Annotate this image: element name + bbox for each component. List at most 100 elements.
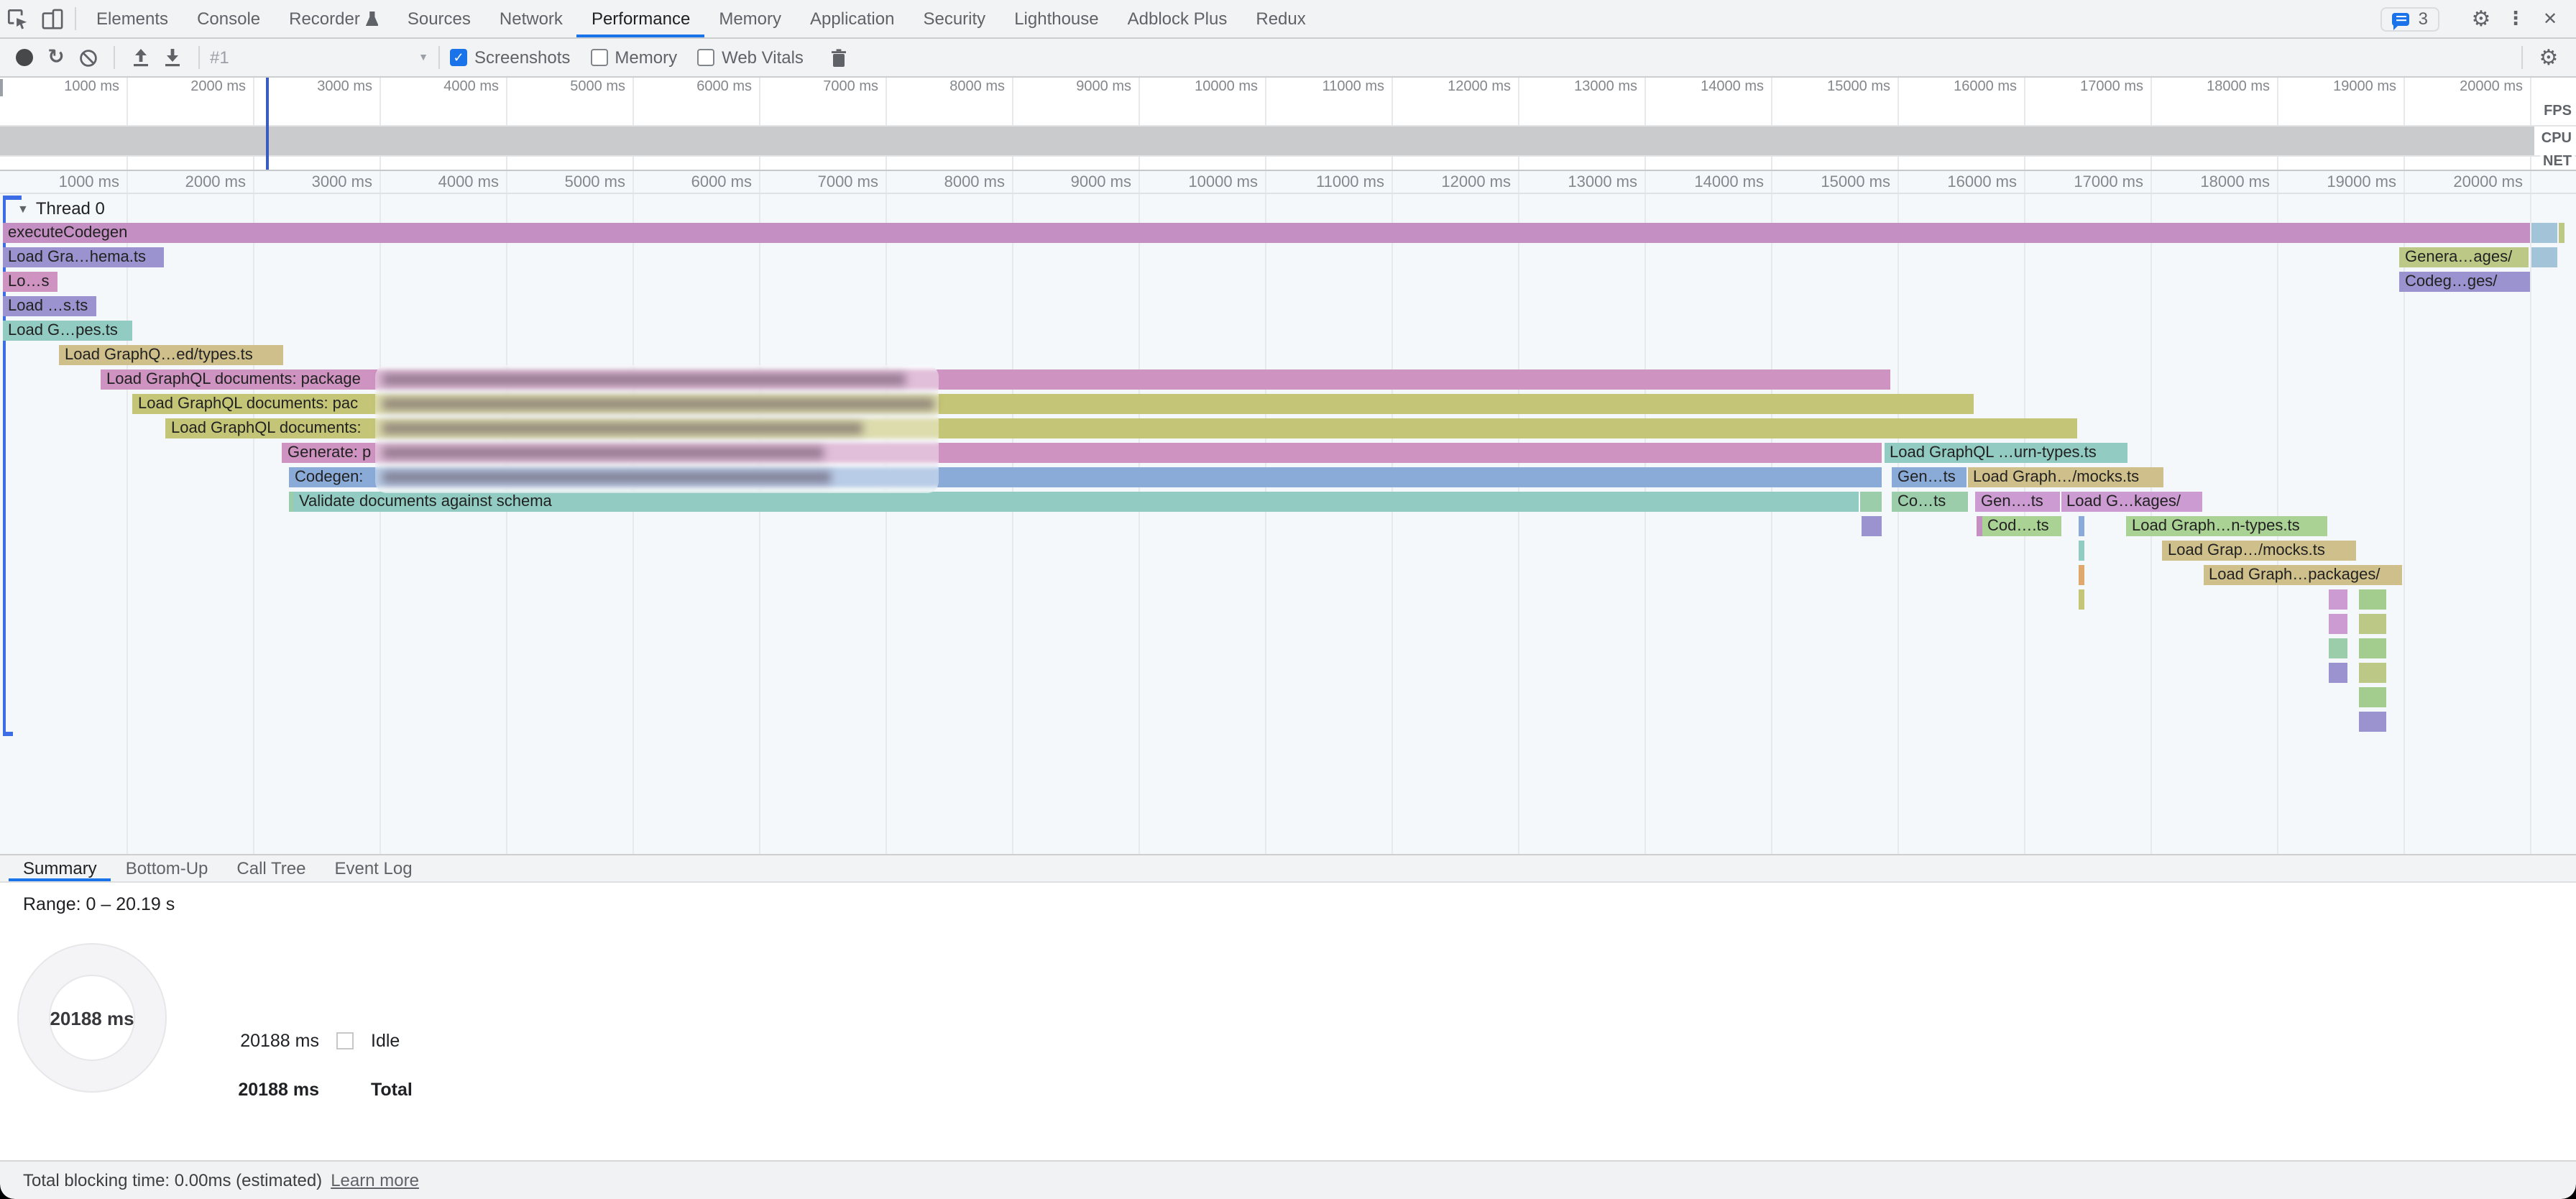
flame-bar[interactable]: Lo…s <box>2 271 57 291</box>
ruler-tick-label: 8000 ms <box>881 174 1005 191</box>
flame-bar-block[interactable] <box>2358 638 2386 658</box>
clear-recordings-icon[interactable] <box>72 42 104 73</box>
flame-bar-block[interactable] <box>2078 540 2084 560</box>
flame-bar-block[interactable] <box>2358 613 2386 633</box>
flame-bar[interactable]: Load Graph…n-types.ts <box>2126 515 2327 536</box>
ruler-tick-label: 7000 ms <box>755 174 878 191</box>
flame-bar[interactable]: Load G…kages/ <box>2061 491 2202 511</box>
load-profile-icon[interactable] <box>125 42 157 73</box>
flame-bar-label: Load Grap…/mocks.ts <box>2168 541 2325 559</box>
timeline-overview[interactable]: 1000 ms2000 ms3000 ms4000 ms5000 ms6000 … <box>0 78 2576 171</box>
flame-bar[interactable]: Codeg…ges/ <box>2399 271 2530 291</box>
checkbox-screenshots[interactable]: ✓Screenshots <box>450 47 570 68</box>
flame-bar-block[interactable] <box>2358 662 2386 682</box>
settings-gear-icon[interactable]: ⚙ <box>2464 6 2498 32</box>
overview-scroll-thumb[interactable] <box>0 79 3 96</box>
flame-bar-block[interactable] <box>1860 491 1882 511</box>
ruler-tick-label: 13000 ms <box>1514 174 1637 191</box>
flame-bar[interactable]: Load GraphQL …urn-types.ts <box>1884 442 2127 462</box>
tab-memory[interactable]: Memory <box>704 0 796 37</box>
gridline <box>1771 171 1772 854</box>
flame-bar-block[interactable] <box>2358 686 2386 707</box>
reload-and-record-icon[interactable]: ↻ <box>40 42 72 73</box>
flame-bar[interactable]: Load Graph…packages/ <box>2203 564 2401 584</box>
tabbar-right-controls: 3 ⚙ ⋮ ✕ <box>2381 0 2576 37</box>
checkbox-checked-icon[interactable]: ✓ <box>450 49 467 66</box>
fps-label: FPS <box>2541 104 2575 119</box>
history-select[interactable]: #1 ▼ <box>210 47 428 68</box>
flame-bar[interactable]: Load G…pes.ts <box>2 320 132 340</box>
inspect-element-icon[interactable] <box>0 0 34 37</box>
flame-bar[interactable]: executeCodegen <box>2 222 2529 242</box>
checkbox-web-vitals[interactable]: Web Vitals <box>697 47 804 68</box>
flame-bar[interactable]: Cod….ts <box>1982 515 2061 536</box>
flame-bar[interactable]: Load …s.ts <box>2 295 96 316</box>
tab-redux[interactable]: Redux <box>1241 0 1320 37</box>
issues-button[interactable]: 3 <box>2381 6 2439 31</box>
ruler-tick-label: 15000 ms <box>1767 174 1890 191</box>
flame-bar[interactable]: Load Graph…/mocks.ts <box>1967 467 2163 487</box>
drawer-tab-summary[interactable]: Summary <box>9 855 111 881</box>
tab-recorder[interactable]: Recorder <box>275 0 393 37</box>
flame-bar-block[interactable] <box>2328 613 2347 633</box>
drawer-tab-bottom-up[interactable]: Bottom-Up <box>111 855 223 881</box>
flame-bar-block[interactable] <box>2358 589 2386 609</box>
tab-label: Security <box>923 9 985 29</box>
flame-bar-block[interactable] <box>2078 589 2084 609</box>
ruler-tick-label: 16000 ms <box>1893 79 2017 95</box>
checkbox-memory[interactable]: Memory <box>590 47 677 68</box>
tab-console[interactable]: Console <box>183 0 275 37</box>
flame-bar[interactable]: Load GraphQ…ed/types.ts <box>59 344 283 364</box>
save-profile-icon[interactable] <box>157 42 188 73</box>
flame-bar[interactable]: Gen…ts <box>1892 467 1966 487</box>
more-options-icon[interactable]: ⋮ <box>2498 8 2533 29</box>
flame-bar-block[interactable] <box>2078 564 2084 584</box>
overview-playhead[interactable] <box>266 78 269 170</box>
flame-bar[interactable]: Genera…ages/ <box>2399 247 2529 267</box>
tab-performance[interactable]: Performance <box>577 0 704 37</box>
ruler-tick-label: 5000 ms <box>502 174 625 191</box>
divider <box>2521 46 2523 69</box>
flame-bar-block[interactable] <box>2531 222 2557 242</box>
flame-bar-block[interactable] <box>1862 515 1882 536</box>
device-toolbar-icon[interactable] <box>34 0 69 37</box>
flame-bar-block[interactable] <box>2531 247 2557 267</box>
flame-bar-label: Generate: p <box>288 444 371 461</box>
checkbox-unchecked-icon[interactable] <box>697 49 714 66</box>
flame-bar[interactable]: Load Grap…/mocks.ts <box>2162 540 2356 560</box>
flame-bar-block[interactable] <box>2328 589 2347 609</box>
flame-bar[interactable]: Load Gra…hema.ts <box>2 247 163 267</box>
flame-bar[interactable]: Load GraphQL documents: package <box>101 369 1890 389</box>
flame-bar-block[interactable] <box>2328 638 2347 658</box>
drawer-tab-call-tree[interactable]: Call Tree <box>222 855 320 881</box>
flame-bar[interactable]: Gen….ts <box>1975 491 2059 511</box>
tab-adblock-plus[interactable]: Adblock Plus <box>1113 0 1242 37</box>
tab-lighthouse[interactable]: Lighthouse <box>1000 0 1113 37</box>
flame-bar[interactable]: Co…ts <box>1892 491 1968 511</box>
close-devtools-icon[interactable]: ✕ <box>2533 9 2567 29</box>
tab-elements[interactable]: Elements <box>82 0 183 37</box>
drawer-tab-event-log[interactable]: Event Log <box>320 855 426 881</box>
tab-label: Elements <box>96 9 168 29</box>
flame-bar-block[interactable] <box>2358 711 2386 731</box>
divider <box>438 46 440 69</box>
flame-bar-block[interactable] <box>2328 662 2347 682</box>
flame-bar[interactable]: Validate documents against schema <box>293 491 1858 511</box>
tab-security[interactable]: Security <box>908 0 1000 37</box>
tab-label: Console <box>197 9 260 29</box>
flame-bar-block[interactable] <box>2078 515 2084 536</box>
tab-application[interactable]: Application <box>796 0 908 37</box>
flame-bar-label: Load Graph…/mocks.ts <box>1973 468 2139 485</box>
learn-more-link[interactable]: Learn more <box>331 1170 419 1190</box>
thread-track-header[interactable]: ▼ Thread 0 <box>17 198 105 219</box>
tab-network[interactable]: Network <box>485 0 577 37</box>
flame-bar-block[interactable] <box>2558 222 2564 242</box>
flame-chart[interactable]: 1000 ms2000 ms3000 ms4000 ms5000 ms6000 … <box>0 171 2576 854</box>
legend-swatch <box>336 1032 354 1049</box>
checkbox-unchecked-icon[interactable] <box>590 49 607 66</box>
donut-total-label: 20188 ms <box>50 1007 134 1029</box>
delete-recording-icon[interactable] <box>824 42 855 73</box>
tab-sources[interactable]: Sources <box>393 0 485 37</box>
record-button[interactable] <box>9 42 40 73</box>
capture-settings-gear-icon[interactable]: ⚙ <box>2533 42 2564 73</box>
